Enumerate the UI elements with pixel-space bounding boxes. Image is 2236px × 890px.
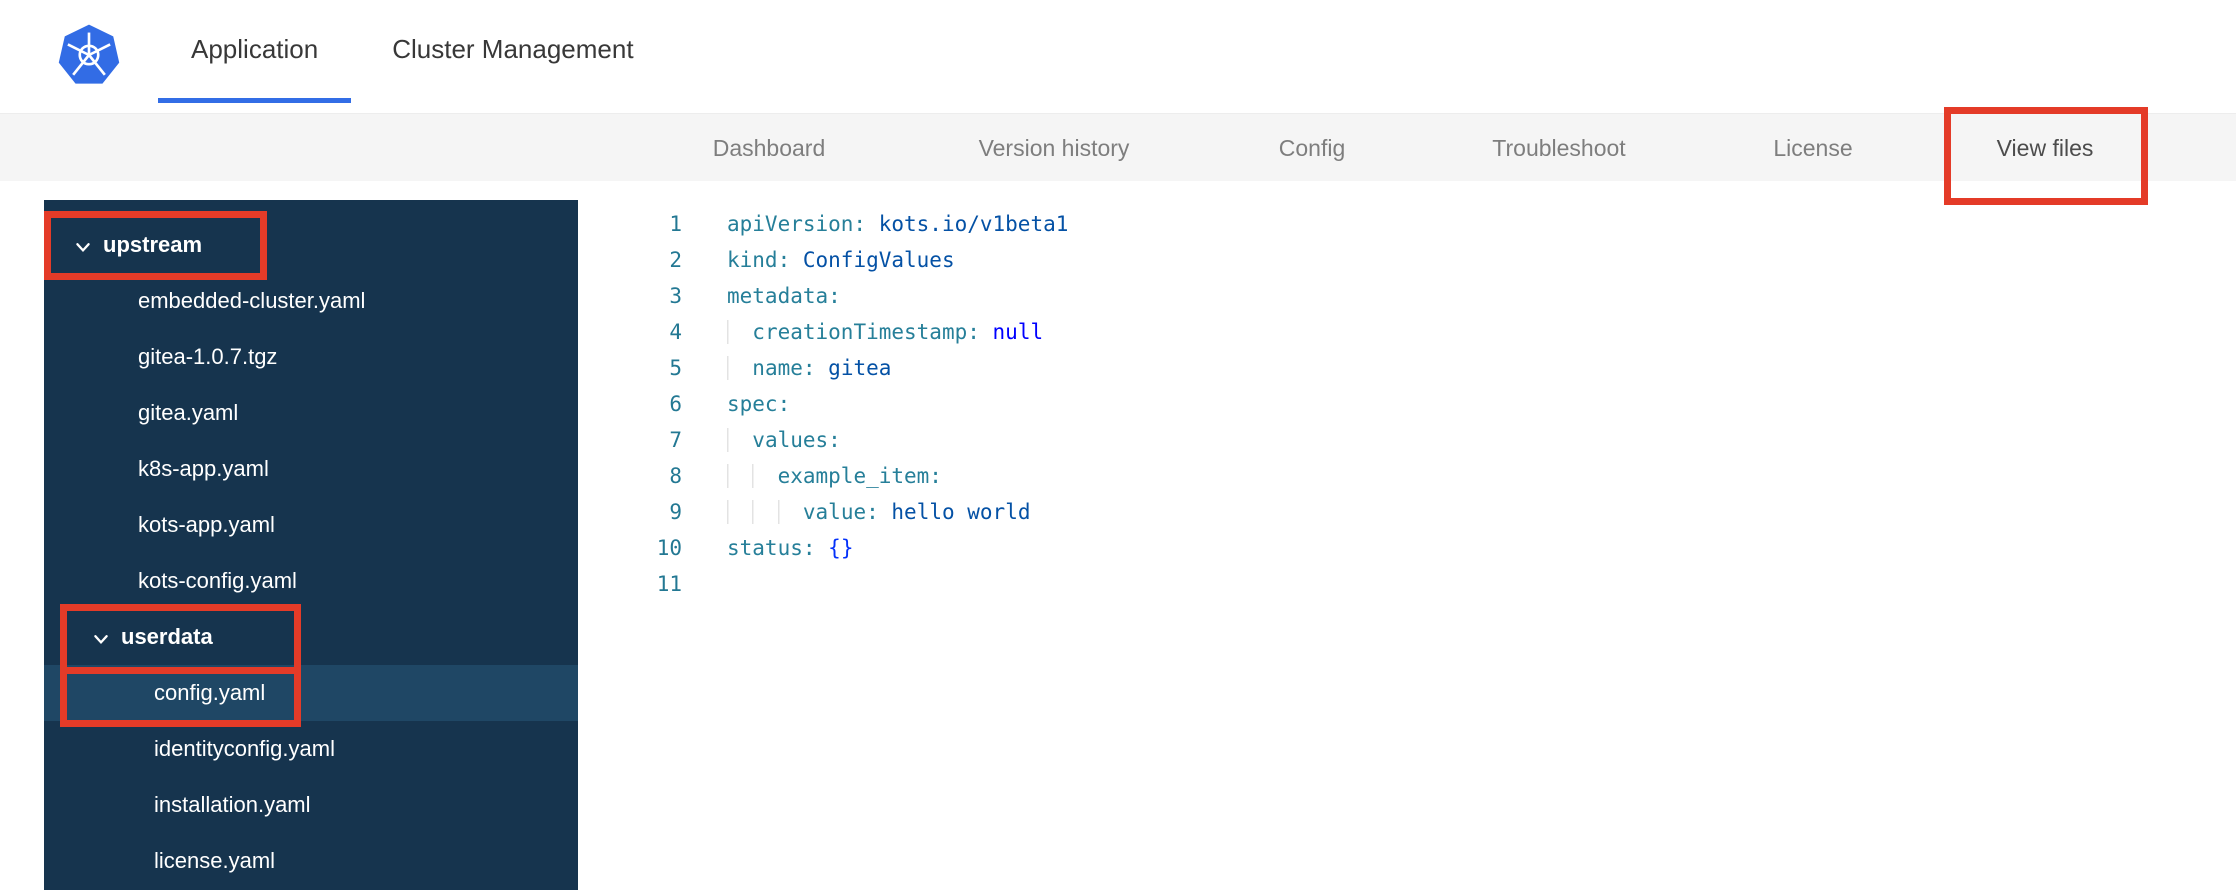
code-line: 10 status: {} [578, 530, 2236, 566]
chevron-down-icon [92, 628, 110, 646]
code-text: kind: ConfigValues [727, 248, 955, 272]
file-label: gitea.yaml [138, 400, 239, 425]
subnav-tab-view-files[interactable]: View files [1997, 114, 2094, 182]
kubernetes-logo-icon [56, 22, 122, 88]
header-tabs: Application Cluster Management [158, 0, 667, 108]
code-line: 11 [578, 566, 2236, 602]
subnav-tab-license[interactable]: License [1773, 114, 1852, 182]
code-text: example_item: [727, 458, 942, 494]
tree-item-embedded-cluster-yaml[interactable]: embedded-cluster.yaml [44, 273, 578, 329]
code-line: 5 name: gitea [578, 350, 2236, 386]
file-label: config.yaml [154, 680, 266, 705]
folder-label: upstream [103, 232, 203, 257]
tree-item-identityconfig-yaml[interactable]: identityconfig.yaml [44, 721, 578, 777]
line-number: 1 [669, 212, 682, 236]
tree-item-k8s-app-yaml[interactable]: k8s-app.yaml [44, 441, 578, 497]
tree-item-config-yaml[interactable]: config.yaml [44, 665, 578, 721]
file-label: kots-app.yaml [138, 512, 275, 537]
file-label: embedded-cluster.yaml [138, 288, 366, 313]
subnav-tab-troubleshoot[interactable]: Troubleshoot [1492, 114, 1625, 182]
code-text: metadata: [727, 284, 841, 308]
subnav-tab-dashboard[interactable]: Dashboard [713, 114, 826, 182]
line-number: 3 [669, 284, 682, 308]
code-line: 9 value: hello world [578, 494, 2236, 530]
code-line: 3 metadata: [578, 278, 2236, 314]
code-text: value: hello world [727, 494, 1030, 530]
file-label: kots-config.yaml [138, 568, 297, 593]
subnav-tab-config[interactable]: Config [1279, 114, 1345, 182]
tree-item-installation-yaml[interactable]: installation.yaml [44, 777, 578, 833]
code-line: 2 kind: ConfigValues [578, 242, 2236, 278]
code-line: 6 spec: [578, 386, 2236, 422]
tree-item-upstream[interactable]: upstream [44, 217, 578, 273]
line-number: 11 [656, 572, 682, 596]
kots-admin-console: Application Cluster Management Dashboard V… [0, 0, 2236, 890]
line-number: 8 [669, 464, 682, 488]
top-header: Application Cluster Management [0, 0, 2236, 113]
tree-item-license-yaml[interactable]: license.yaml [44, 833, 578, 889]
code-text: creationTimestamp: null [727, 314, 1043, 350]
code-text: values: [727, 422, 841, 458]
line-number: 7 [669, 428, 682, 452]
tree-item-userdata[interactable]: userdata [44, 609, 578, 665]
file-label: identityconfig.yaml [154, 736, 335, 761]
code-text: name: gitea [727, 350, 891, 386]
tree-item-gitea-yaml[interactable]: gitea.yaml [44, 385, 578, 441]
tree-item-kots-config-yaml[interactable]: kots-config.yaml [44, 553, 578, 609]
folder-label: userdata [121, 624, 213, 649]
chevron-down-icon [74, 236, 92, 254]
code-line: 1 apiVersion: kots.io/v1beta1 [578, 206, 2236, 242]
tree-item-gitea-1-0-7-tgz[interactable]: gitea-1.0.7.tgz [44, 329, 578, 385]
file-tree: upstream embedded-cluster.yaml gitea-1.0.7… [44, 200, 578, 890]
header-tab-cluster-management[interactable]: Cluster Management [359, 0, 666, 103]
file-label: k8s-app.yaml [138, 456, 269, 481]
tree-item-kots-app-yaml[interactable]: kots-app.yaml [44, 497, 578, 553]
header-tab-application[interactable]: Application [158, 0, 352, 103]
code-editor[interactable]: 1 apiVersion: kots.io/v1beta1 2 kind: Confi… [578, 181, 2236, 890]
code-line: 4 creationTimestamp: null [578, 314, 2236, 350]
file-label: installation.yaml [154, 792, 311, 817]
code-line: 8 example_item: [578, 458, 2236, 494]
line-number: 5 [669, 356, 682, 380]
app-subnav: Dashboard Version history Config Troublesho… [0, 113, 2236, 187]
line-number: 10 [656, 536, 682, 560]
line-number: 9 [669, 500, 682, 524]
file-label: gitea-1.0.7.tgz [138, 344, 278, 369]
code-text: apiVersion: kots.io/v1beta1 [727, 212, 1069, 236]
code-text: status: {} [727, 536, 854, 560]
file-label: license.yaml [154, 848, 276, 873]
line-number: 6 [669, 392, 682, 416]
line-number: 2 [669, 248, 682, 272]
code-text: spec: [727, 392, 791, 416]
code-line: 7 values: [578, 422, 2236, 458]
line-number: 4 [669, 320, 682, 344]
subnav-tab-version-history[interactable]: Version history [979, 114, 1130, 182]
